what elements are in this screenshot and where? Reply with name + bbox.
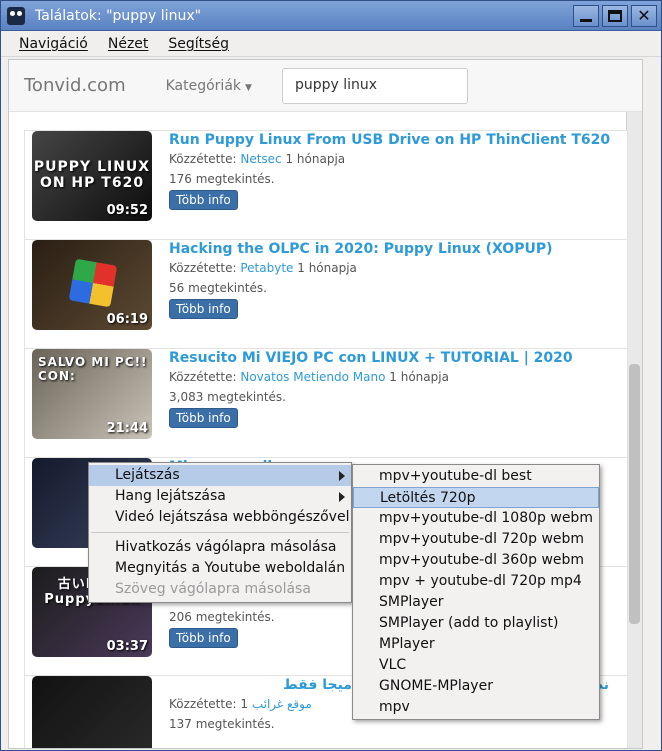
age-label: 1 hónapja bbox=[285, 152, 346, 166]
minimize-icon bbox=[580, 19, 592, 22]
minimize-button[interactable] bbox=[573, 4, 599, 27]
byline-prefix: Közzétette: bbox=[169, 697, 237, 711]
submenu-arrow-icon bbox=[339, 471, 345, 481]
more-info-button[interactable]: Több info bbox=[169, 299, 238, 319]
author-link[interactable]: Novatos Metiendo Mano bbox=[240, 370, 385, 384]
age-label: 1 hónapja bbox=[389, 370, 449, 384]
list-item: SALVO MI PC!! CON: 21:44 Resucito Mi VIE… bbox=[24, 348, 628, 457]
menu-item-label: Hang lejátszása bbox=[115, 488, 226, 504]
author-link[interactable]: موقع غرائب bbox=[252, 697, 312, 711]
maximize-icon bbox=[608, 9, 622, 22]
menu-item-label: Lejátszás bbox=[115, 467, 180, 483]
window-title: Találatok: "puppy linux" bbox=[35, 7, 202, 24]
close-button[interactable]: ✕ bbox=[631, 4, 657, 27]
categories-dropdown[interactable]: Kategóriák ▼ bbox=[166, 78, 252, 94]
result-title[interactable]: Hacking the OLPC in 2020: Puppy Linux (X… bbox=[169, 240, 552, 258]
submenu-item[interactable]: mpv bbox=[353, 697, 599, 718]
close-icon: ✕ bbox=[637, 5, 651, 25]
result-title[interactable]: Resucito Mi VIEJO PC con LINUX + TUTORIA… bbox=[169, 349, 573, 367]
search-input[interactable]: puppy linux bbox=[281, 67, 468, 104]
more-info-button[interactable]: Több info bbox=[169, 190, 238, 210]
submenu-item[interactable]: mpv+youtube-dl 720p webm bbox=[353, 529, 599, 550]
submenu-item[interactable]: SMPlayer bbox=[353, 592, 599, 613]
menu-bar: Navigáció Nézet Segítség bbox=[1, 31, 661, 57]
list-item: 06:19 Hacking the OLPC in 2020: Puppy Li… bbox=[24, 239, 628, 348]
menu-item-play[interactable]: Lejátszás bbox=[89, 465, 351, 486]
submenu-item[interactable]: SMPlayer (add to playlist) bbox=[353, 613, 599, 634]
submenu-arrow-icon bbox=[339, 492, 345, 502]
age-label: 1 bbox=[240, 697, 248, 711]
categories-label: Kategóriák bbox=[165, 77, 242, 94]
more-info-button[interactable]: Több info bbox=[169, 408, 238, 428]
author-link[interactable]: Netsec bbox=[240, 152, 281, 166]
title-bar[interactable]: Találatok: "puppy linux" ✕ bbox=[1, 1, 661, 31]
site-navbar: Tonvid.com Kategóriák ▼ puppy linux bbox=[9, 60, 642, 112]
submenu-item[interactable]: mpv + youtube-dl 720p mp4 bbox=[353, 571, 599, 592]
list-item: PUPPY LINUX ON HP T620 09:52 Run Puppy L… bbox=[24, 130, 628, 239]
menu-item-play-audio[interactable]: Hang lejátszása bbox=[89, 486, 351, 507]
menu-item-open-youtube[interactable]: Megnyitás a Youtube weboldalán bbox=[89, 558, 351, 579]
context-menu: Lejátszás Hang lejátszása Videó lejátszá… bbox=[88, 462, 352, 603]
view-count: 206 megtekintés. bbox=[169, 610, 275, 624]
byline-prefix: Közzétette: bbox=[169, 261, 237, 275]
byline-prefix: Közzétette: bbox=[169, 370, 237, 384]
result-byline: Közzétette: Petabyte 1 hónapja bbox=[169, 258, 552, 278]
result-byline: Közzétette: Netsec 1 hónapja bbox=[169, 149, 610, 169]
site-brand[interactable]: Tonvid.com bbox=[24, 75, 126, 96]
thumbnail-caption: SALVO MI PC!! CON: bbox=[38, 355, 148, 383]
play-submenu: mpv+youtube-dl best Letöltés 720p mpv+yo… bbox=[352, 464, 600, 720]
app-icon bbox=[7, 6, 25, 25]
duration-label: 03:37 bbox=[106, 639, 148, 654]
submenu-item[interactable]: VLC bbox=[353, 655, 599, 676]
byline-prefix: Közzétette: bbox=[169, 152, 237, 166]
submenu-item[interactable]: mpv+youtube-dl 1080p webm bbox=[353, 508, 599, 529]
submenu-item-download-720p[interactable]: Letöltés 720p bbox=[353, 487, 599, 508]
duration-label: 21:44 bbox=[106, 421, 148, 436]
video-thumbnail[interactable]: PUPPY LINUX ON HP T620 09:52 bbox=[32, 131, 152, 221]
menu-navigacio[interactable]: Navigáció bbox=[19, 36, 88, 52]
thumbnail-caption: PUPPY LINUX ON HP T620 bbox=[33, 159, 151, 191]
view-count: 3,083 megtekintés. bbox=[169, 390, 286, 404]
caret-down-icon: ▼ bbox=[245, 82, 252, 93]
maximize-button[interactable] bbox=[602, 4, 628, 27]
result-title[interactable]: Run Puppy Linux From USB Drive on HP Thi… bbox=[169, 131, 610, 149]
submenu-item[interactable]: GNOME-MPlayer bbox=[353, 676, 599, 697]
menu-separator bbox=[91, 532, 349, 533]
age-label: 1 hónapja bbox=[297, 261, 357, 275]
view-count: 176 megtekintés. bbox=[169, 172, 275, 186]
duration-label: 09:52 bbox=[106, 203, 148, 218]
menu-nezet[interactable]: Nézet bbox=[108, 36, 149, 52]
submenu-item[interactable]: MPlayer bbox=[353, 634, 599, 655]
view-count: 56 megtekintés. bbox=[169, 281, 267, 295]
rubiks-cube-image bbox=[68, 258, 118, 308]
submenu-item[interactable]: mpv+youtube-dl best bbox=[353, 466, 599, 487]
submenu-item[interactable]: mpv+youtube-dl 360p webm bbox=[353, 550, 599, 571]
result-byline: Közzétette: Novatos Metiendo Mano 1 hóna… bbox=[169, 367, 573, 387]
scrollbar[interactable] bbox=[626, 112, 642, 748]
scrollbar-thumb[interactable] bbox=[629, 364, 640, 624]
video-thumbnail[interactable] bbox=[32, 676, 152, 748]
author-link[interactable]: Petabyte bbox=[240, 261, 293, 275]
more-info-button[interactable]: Több info bbox=[169, 628, 238, 648]
duration-label: 06:19 bbox=[106, 312, 148, 327]
menu-item-copy-text: Szöveg vágólapra másolása bbox=[115, 581, 311, 597]
video-thumbnail[interactable]: SALVO MI PC!! CON: 21:44 bbox=[32, 349, 152, 439]
menu-item-play-in-browser[interactable]: Videó lejátszása webböngészővel bbox=[89, 507, 351, 528]
video-thumbnail[interactable]: 06:19 bbox=[32, 240, 152, 330]
menu-segitseg[interactable]: Segítség bbox=[168, 36, 229, 52]
menu-item-copy-link[interactable]: Hivatkozás vágólapra másolása bbox=[89, 537, 351, 558]
